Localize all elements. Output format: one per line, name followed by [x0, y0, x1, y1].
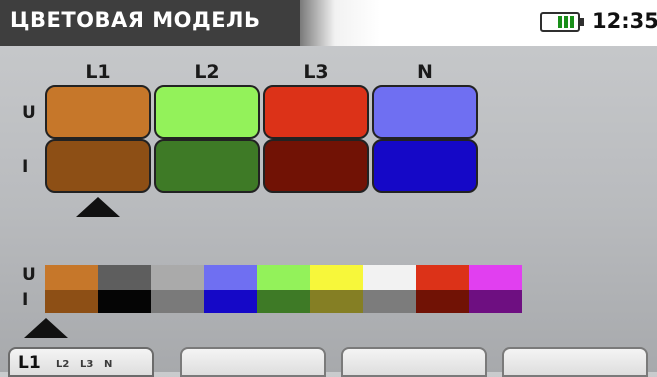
swatch-i-n[interactable]: [372, 139, 478, 193]
palette-i-swatch[interactable]: [204, 290, 257, 313]
palette-i-swatch[interactable]: [98, 290, 151, 313]
grid-row-label-i: I: [22, 157, 29, 177]
palette-i-swatch[interactable]: [416, 290, 469, 313]
palette-i-swatch[interactable]: [310, 290, 363, 313]
swatch-u-l2[interactable]: [154, 85, 260, 139]
swatch-u-l1[interactable]: [45, 85, 151, 139]
swatch-i-l1[interactable]: [45, 139, 151, 193]
swatch-i-l3[interactable]: [263, 139, 369, 193]
column-header-l1: L1: [85, 61, 111, 83]
clock: 12:35: [592, 9, 657, 33]
softkey-phase-select[interactable]: L1 L2 L3 N: [8, 347, 154, 377]
softkey-main-label: L1: [18, 353, 41, 373]
softkey-sub-label-n: N: [104, 359, 113, 370]
palette-u-swatch[interactable]: [257, 265, 310, 290]
battery-icon: [540, 12, 584, 32]
softkey-sub-label-l2: L2: [56, 359, 70, 370]
column-header-l3: L3: [303, 61, 329, 83]
palette-i-swatch[interactable]: [151, 290, 204, 313]
softkey-2[interactable]: [180, 347, 326, 377]
palette-i-swatch[interactable]: [363, 290, 416, 313]
softkey-3[interactable]: [341, 347, 487, 377]
softkey-sub-label-l3: L3: [80, 359, 94, 370]
swatch-u-l3[interactable]: [263, 85, 369, 139]
swatch-u-n[interactable]: [372, 85, 478, 139]
palette-u-swatch[interactable]: [151, 265, 204, 290]
palette-u-swatch[interactable]: [45, 265, 98, 290]
palette-label-u: U: [22, 265, 36, 285]
palette-u-swatch[interactable]: [416, 265, 469, 290]
page-title: ЦВЕТОВАЯ МОДЕЛЬ: [10, 8, 261, 32]
palette-label-i: I: [22, 290, 29, 310]
palette-u-swatch[interactable]: [98, 265, 151, 290]
column-header-l2: L2: [194, 61, 220, 83]
title-bar: ЦВЕТОВАЯ МОДЕЛЬ 12:35: [0, 0, 657, 46]
palette-selector-pointer: [24, 318, 68, 338]
softkey-4[interactable]: [502, 347, 648, 377]
grid-row-label-u: U: [22, 103, 36, 123]
swatch-i-l2[interactable]: [154, 139, 260, 193]
palette-i-swatch[interactable]: [257, 290, 310, 313]
palette-i-swatch[interactable]: [45, 290, 98, 313]
column-header-n: N: [417, 61, 433, 83]
column-selector-pointer: [76, 197, 120, 217]
palette-i-swatch[interactable]: [469, 290, 522, 313]
palette-u-swatch[interactable]: [204, 265, 257, 290]
palette-u-swatch[interactable]: [363, 265, 416, 290]
palette-u-swatch[interactable]: [469, 265, 522, 290]
palette-u-swatch[interactable]: [310, 265, 363, 290]
